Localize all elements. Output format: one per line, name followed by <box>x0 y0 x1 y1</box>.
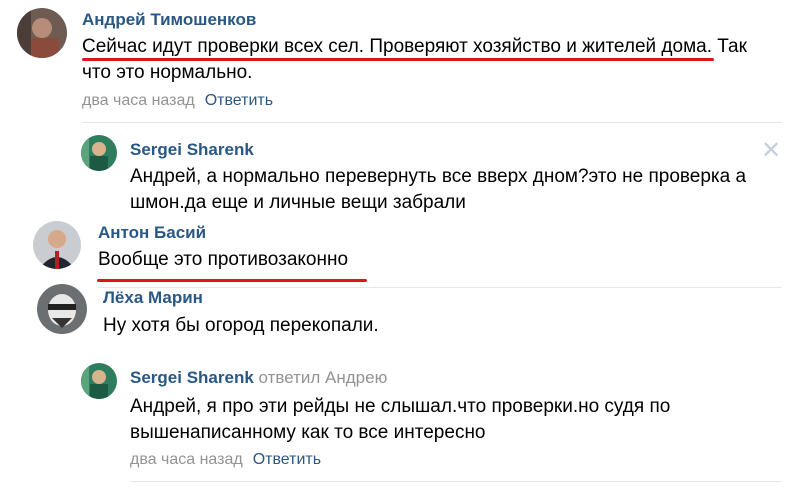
avatar-sergei[interactable] <box>81 363 117 399</box>
comment-time[interactable]: два часа назад <box>82 92 195 109</box>
comment-text-line2: что это нормально. <box>82 62 253 83</box>
divider <box>82 122 782 123</box>
comment-text-line2: шмон.да еще и личные вещи забрали <box>130 192 466 213</box>
comment-author: Sergei Sharenk ответил Андрею <box>130 368 387 388</box>
avatar-lyokha[interactable] <box>37 284 87 334</box>
comment-text-line1: Андрей, а нормально перевернуть все ввер… <box>130 166 747 187</box>
reply-button[interactable]: Ответить <box>253 451 321 468</box>
comment-author[interactable]: Sergei Sharenk <box>130 140 254 160</box>
close-icon[interactable]: ✕ <box>761 139 781 163</box>
comment-text-line1: Андрей, я про эти рейды не слышал.что пр… <box>130 396 671 417</box>
comment-author[interactable]: Андрей Тимошенков <box>82 10 256 30</box>
comment-text: Вообще это противозаконно <box>98 249 349 270</box>
comment-author[interactable]: Антон Басий <box>98 223 206 243</box>
comment-text: Ну хотя бы огород перекопали. <box>103 315 379 336</box>
comment-time[interactable]: два часа назад <box>130 451 243 468</box>
comment-meta: два часа назад Ответить <box>82 92 273 110</box>
comment-text-line2: вышенаписанному как то все интересно <box>130 422 486 443</box>
highlight-underline <box>97 279 367 282</box>
avatar-anton[interactable] <box>33 221 81 269</box>
divider <box>130 481 782 482</box>
author-name[interactable]: Sergei Sharenk <box>130 368 254 387</box>
reply-button[interactable]: Ответить <box>205 92 273 109</box>
avatar-sergei[interactable] <box>81 135 117 171</box>
comment-text-line1: Сейчас идут проверки всех сел. Проверяют… <box>82 36 747 57</box>
comment-meta: два часа назад Ответить <box>130 451 321 469</box>
highlight-underline <box>82 58 714 61</box>
comment-author[interactable]: Лёха Марин <box>103 288 203 308</box>
avatar-andrey[interactable] <box>17 8 67 58</box>
replied-to[interactable]: ответил Андрею <box>259 368 388 387</box>
